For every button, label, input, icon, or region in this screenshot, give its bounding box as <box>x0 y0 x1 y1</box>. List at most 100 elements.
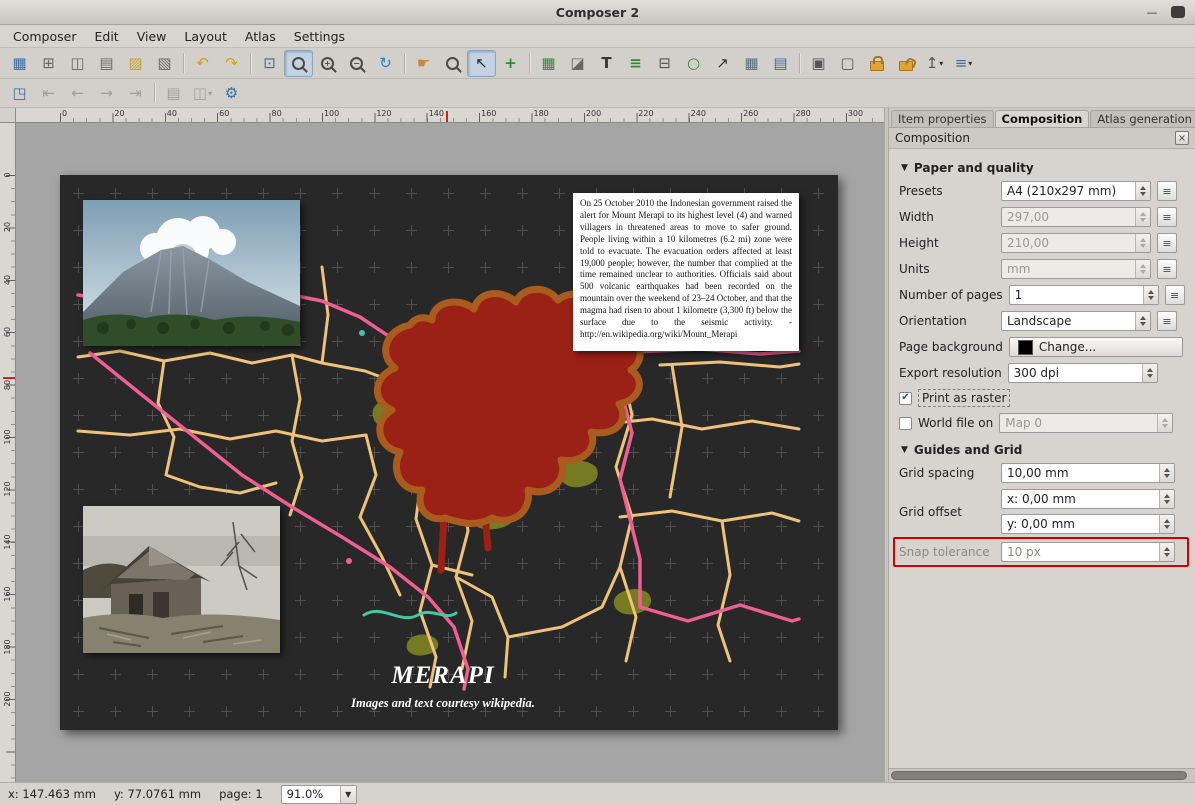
save-composition-button[interactable]: ▦ <box>5 50 34 77</box>
grid-spacing-spinbox[interactable]: 10,00 mm <box>1001 463 1175 483</box>
units-data-defined-button[interactable]: ≡ <box>1157 259 1177 279</box>
maximize-button[interactable]: ▪ <box>1171 6 1185 18</box>
mountain-photo-item[interactable] <box>83 200 300 346</box>
save-as-template-button[interactable]: ▧ <box>150 50 179 77</box>
world-file-label[interactable]: World file on <box>918 416 993 430</box>
zoom-full-button[interactable]: ⊡ <box>255 50 284 77</box>
grid-offset-y-spinbox[interactable]: y: 0,00 mm <box>1001 514 1175 534</box>
composition-title-item[interactable]: MERAPI <box>391 662 494 690</box>
atlas-settings-button[interactable]: ⚙ <box>217 80 246 107</box>
presets-data-defined-button[interactable]: ≡ <box>1157 181 1177 201</box>
zoom-combo[interactable]: 91.0% ▼ <box>281 785 357 804</box>
composition-credit-item[interactable]: Images and text courtesy wikipedia. <box>351 696 535 711</box>
load-from-template-button[interactable]: ▨ <box>121 50 150 77</box>
redo-button[interactable]: ↷ <box>217 50 246 77</box>
add-attribute-table-button[interactable]: ▦ <box>737 50 766 77</box>
align-items-button[interactable]: ≡▾ <box>949 50 978 77</box>
world-file-checkbox[interactable] <box>899 417 912 430</box>
width-data-defined-button[interactable]: ≡ <box>1157 207 1177 227</box>
new-composition-button[interactable]: ⊞ <box>34 50 63 77</box>
grid-offset-fields: x: 0,00 mm y: 0,00 mm <box>1001 489 1175 534</box>
snap-tolerance-spinbox[interactable]: 10 px <box>1001 542 1175 562</box>
combo-arrows-icon[interactable] <box>1135 182 1150 200</box>
menu-atlas[interactable]: Atlas <box>236 27 285 46</box>
add-html-frame-button[interactable]: ▤ <box>766 50 795 77</box>
spinner-arrows-icon[interactable] <box>1143 286 1158 304</box>
section-guides-and-grid[interactable]: ▼ Guides and Grid <box>901 443 1187 457</box>
spinner-arrows-icon[interactable] <box>1142 364 1157 382</box>
add-arrow-button[interactable]: ↗ <box>708 50 737 77</box>
print-as-raster-checkbox[interactable]: ✔ <box>899 392 912 405</box>
spinner-arrows-icon[interactable] <box>1159 515 1174 533</box>
add-shape-button[interactable]: ○ <box>679 50 708 77</box>
tab-composition[interactable]: Composition <box>995 110 1090 127</box>
presets-combo[interactable]: A4 (210x297 mm) <box>1001 181 1151 201</box>
world-file-row: World file on Map 0 <box>899 413 1187 433</box>
raise-items-dropdown-arrow[interactable]: ▾ <box>939 59 943 68</box>
export-resolution-spinbox[interactable]: 300 dpi <box>1008 363 1158 383</box>
select-move-item-button[interactable]: ↖ <box>467 50 496 77</box>
minimize-button[interactable]: — <box>1145 5 1159 19</box>
orientation-combo[interactable]: Landscape <box>1001 311 1151 331</box>
group-items-button[interactable]: ▣ <box>804 50 833 77</box>
section-paper-and-quality[interactable]: ▼ Paper and quality <box>901 161 1187 175</box>
dock-horizontal-scrollbar[interactable] <box>889 768 1195 782</box>
scrollbar-thumb[interactable] <box>891 771 1187 780</box>
add-html-frame-icon: ▤ <box>773 56 787 71</box>
hruler-number: 80 <box>272 109 282 118</box>
pan-tool-button[interactable]: ☛ <box>409 50 438 77</box>
undo-button[interactable]: ↶ <box>188 50 217 77</box>
menu-composer[interactable]: Composer <box>4 27 85 46</box>
add-legend-button[interactable]: ≡ <box>621 50 650 77</box>
refresh-view-button[interactable]: ↻ <box>371 50 400 77</box>
combo-arrows-icon[interactable] <box>1135 312 1150 330</box>
pages-data-defined-button[interactable]: ≡ <box>1165 285 1185 305</box>
vruler-number: 180 <box>0 638 16 656</box>
align-items-dropdown-arrow[interactable]: ▾ <box>968 59 972 68</box>
unlock-items-button[interactable] <box>891 50 920 77</box>
spinner-arrows-icon[interactable] <box>1159 490 1174 508</box>
section-grid-label: Guides and Grid <box>914 443 1022 457</box>
grid-offset-row: Grid offset x: 0,00 mm y: 0,00 mm <box>899 489 1187 534</box>
hruler-number: 100 <box>324 109 339 118</box>
world-file-map-value: Map 0 <box>1000 416 1157 430</box>
export-atlas-dropdown-arrow[interactable]: ▾ <box>208 89 212 98</box>
ungroup-items-button[interactable]: ▢ <box>833 50 862 77</box>
orientation-data-defined-button[interactable]: ≡ <box>1157 311 1177 331</box>
preview-atlas-button[interactable]: ◳ <box>5 80 34 107</box>
zoom-out-button[interactable]: − <box>342 50 371 77</box>
lock-items-button[interactable] <box>862 50 891 77</box>
hruler-number: 200 <box>586 109 601 118</box>
grid-offset-x-spinbox[interactable]: x: 0,00 mm <box>1001 489 1175 509</box>
add-image-button[interactable]: ◪ <box>563 50 592 77</box>
add-scalebar-button[interactable]: ⊟ <box>650 50 679 77</box>
menu-layout[interactable]: Layout <box>175 27 236 46</box>
page-background-change-button[interactable]: Change... <box>1009 337 1183 357</box>
menu-settings[interactable]: Settings <box>285 27 354 46</box>
article-text-item[interactable]: On 25 October 2010 the Indonesian govern… <box>573 193 799 351</box>
tab-item-properties[interactable]: Item properties <box>891 110 994 127</box>
add-label-button[interactable]: T <box>592 50 621 77</box>
spinner-arrows-icon[interactable] <box>1159 543 1174 561</box>
zoom-tool-button[interactable] <box>438 50 467 77</box>
add-shape-icon: ○ <box>687 56 700 71</box>
tab-atlas-generation[interactable]: Atlas generation <box>1090 110 1195 127</box>
height-data-defined-button[interactable]: ≡ <box>1157 233 1177 253</box>
zoom-original-button[interactable] <box>284 50 313 77</box>
house-photo-item[interactable] <box>83 506 280 653</box>
zoom-in-button[interactable]: + <box>313 50 342 77</box>
composer-canvas[interactable]: On 25 October 2010 the Indonesian govern… <box>15 122 884 782</box>
vruler-number: 0 <box>0 166 16 184</box>
menu-edit[interactable]: Edit <box>85 27 127 46</box>
composer-page[interactable]: On 25 October 2010 the Indonesian govern… <box>60 175 838 730</box>
add-new-map-button[interactable]: ▦ <box>534 50 563 77</box>
number-of-pages-spinbox[interactable]: 1 <box>1009 285 1159 305</box>
print-as-raster-label[interactable]: Print as raster <box>918 389 1010 407</box>
close-panel-button[interactable]: × <box>1175 131 1189 145</box>
duplicate-composition-button[interactable]: ◫ <box>63 50 92 77</box>
composer-manager-button[interactable]: ▤ <box>92 50 121 77</box>
move-item-content-button[interactable]: + <box>496 50 525 77</box>
spinner-arrows-icon[interactable] <box>1159 464 1174 482</box>
raise-items-button[interactable]: ↥▾ <box>920 50 949 77</box>
menu-view[interactable]: View <box>128 27 176 46</box>
